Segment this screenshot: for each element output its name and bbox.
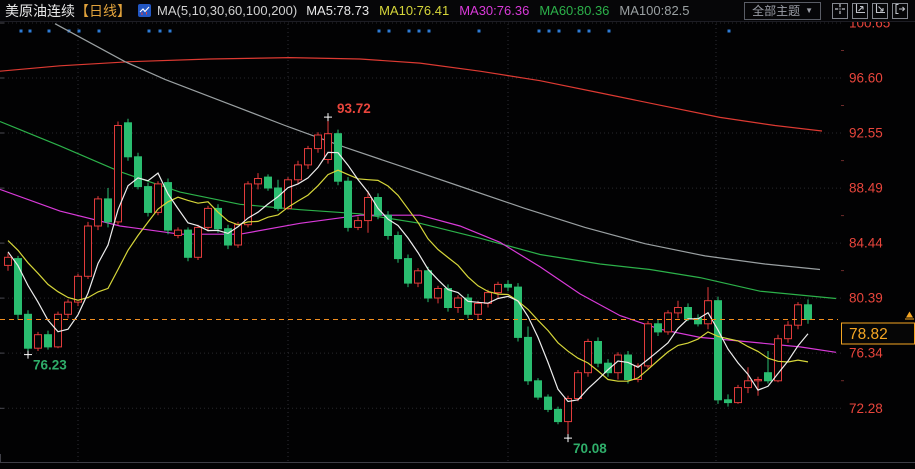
ma100-value: MA100:82.5: [619, 3, 689, 18]
candlestick-chart-icon: [138, 4, 151, 17]
svg-text:88.49: 88.49: [849, 181, 883, 196]
shift-right-icon: [894, 3, 906, 18]
ma-settings-label[interactable]: MA(5,10,30,60,100,200): [157, 3, 297, 18]
crosshair-button[interactable]: [832, 3, 848, 19]
ma30-value: MA30:76.36: [459, 3, 529, 18]
svg-text:84.44: 84.44: [849, 236, 883, 251]
svg-text:92.55: 92.55: [849, 126, 883, 141]
theme-selector-label: 全部主题: [752, 2, 800, 19]
low-annotation-label: 70.08: [573, 441, 607, 456]
svg-text:72.28: 72.28: [849, 401, 883, 416]
svg-text:96.60: 96.60: [849, 71, 883, 86]
fit-horizontal-axis-button[interactable]: [872, 3, 888, 19]
chevron-down-icon: ▼: [805, 6, 813, 15]
chart-window: 美原油连续 【日线】 MA(5,10,30,60,100,200) MA5:78…: [0, 0, 915, 469]
price-chart-canvas[interactable]: 76.2393.7270.08100.6596.6092.5588.4984.4…: [0, 0, 915, 469]
svg-text:76.34: 76.34: [849, 346, 883, 361]
fit-horizontal-axis-icon: [874, 3, 886, 18]
high-annotation-label: 93.72: [337, 101, 371, 116]
shift-right-button[interactable]: [892, 3, 908, 19]
low-annotation-label: 76.23: [33, 358, 67, 373]
chart-header: 美原油连续 【日线】 MA(5,10,30,60,100,200) MA5:78…: [0, 0, 915, 22]
theme-selector[interactable]: 全部主题 ▼: [744, 2, 821, 20]
ma10-value: MA10:76.41: [379, 3, 449, 18]
ma5-value: MA5:78.73: [306, 3, 369, 18]
ma60-value: MA60:80.36: [539, 3, 609, 18]
current-price-value: 78.82: [849, 326, 888, 343]
fit-vertical-axis-button[interactable]: [852, 3, 868, 19]
crosshair-icon: [834, 3, 846, 18]
period-label[interactable]: 【日线】: [75, 1, 131, 21]
symbol-title: 美原油连续: [5, 1, 75, 21]
fit-vertical-axis-icon: [854, 3, 866, 18]
svg-text:80.39: 80.39: [849, 291, 883, 306]
